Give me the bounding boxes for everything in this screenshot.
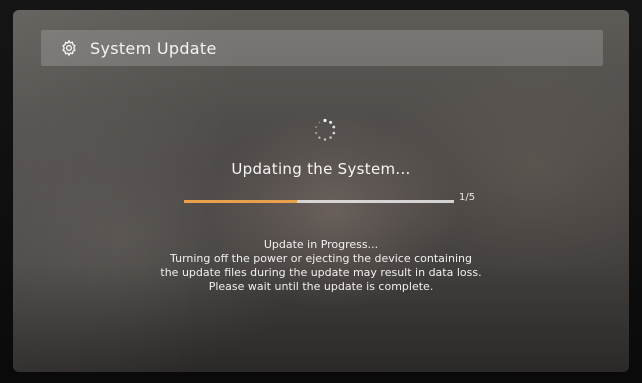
progress-bar [184, 200, 454, 203]
header-bar: System Update [41, 30, 603, 66]
page-title: System Update [90, 38, 217, 58]
progress-fill [184, 200, 298, 203]
message-line: Update in Progress... [263, 238, 379, 251]
status-title: Updating the System... [231, 160, 411, 178]
message-line: Turning off the power or ejecting the de… [170, 252, 472, 265]
update-screen: System Update Updating the System... 1/5 [13, 10, 629, 372]
loading-spinner-icon [315, 118, 336, 141]
message-line: Please wait until the update is complete… [208, 280, 434, 293]
update-message: Update in Progress... Turning off the po… [13, 238, 629, 294]
message-line: the update files during the update may r… [160, 266, 482, 279]
gear-icon [62, 39, 76, 57]
display-bezel: System Update Updating the System... 1/5 [0, 0, 642, 383]
progress-step-label: 1/5 [459, 192, 476, 203]
